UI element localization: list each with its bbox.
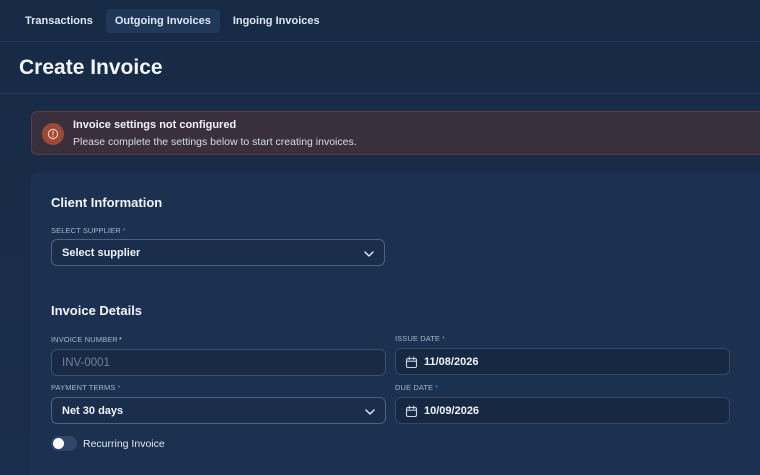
select-supplier-label: SELECT SUPPLIER * xyxy=(51,226,126,235)
alert-message: Please complete the settings below to st… xyxy=(73,136,357,148)
recurring-invoice-toggle[interactable] xyxy=(51,436,77,451)
calendar-icon xyxy=(405,356,418,372)
issue-date-value: 11/08/2026 xyxy=(424,355,479,368)
invoice-number-label: INVOICE NUMBER* xyxy=(51,335,122,344)
issue-date-picker[interactable]: 11/08/2026 xyxy=(395,348,730,375)
supplier-select[interactable]: Select supplier xyxy=(51,239,385,266)
top-nav: Transactions Outgoing Invoices Ingoing I… xyxy=(0,0,760,42)
tab-outgoing-invoices[interactable]: Outgoing Invoices xyxy=(105,8,220,33)
page-title: Create Invoice xyxy=(19,56,163,79)
page-header: Create Invoice xyxy=(0,42,760,94)
tab-transactions[interactable]: Transactions xyxy=(16,9,102,33)
chevron-down-icon xyxy=(365,407,375,419)
supplier-select-value: Select supplier xyxy=(62,246,141,259)
issue-date-label: ISSUE DATE * xyxy=(395,334,446,343)
payment-terms-value: Net 30 days xyxy=(62,404,124,417)
due-date-picker[interactable]: 10/09/2026 xyxy=(395,397,730,424)
recurring-invoice-label: Recurring Invoice xyxy=(83,438,165,450)
alert-title: Invoice settings not configured xyxy=(73,119,237,131)
invoice-number-placeholder: INV-0001 xyxy=(62,356,110,369)
tab-ingoing-invoices[interactable]: Ingoing Invoices xyxy=(224,9,329,33)
settings-alert: Invoice settings not configured Please c… xyxy=(31,111,760,155)
due-date-label: DUE DATE * xyxy=(395,383,439,392)
chevron-down-icon xyxy=(364,249,374,261)
payment-terms-label: PAYMENT TERMS * xyxy=(51,383,121,392)
warning-circle-icon xyxy=(42,123,64,145)
invoice-details-heading: Invoice Details xyxy=(51,303,143,318)
toggle-knob xyxy=(53,438,64,449)
client-information-heading: Client Information xyxy=(51,195,163,210)
calendar-icon xyxy=(405,405,418,421)
invoice-form-card xyxy=(31,172,760,475)
due-date-value: 10/09/2026 xyxy=(424,404,480,417)
payment-terms-select[interactable]: Net 30 days xyxy=(51,397,386,424)
invoice-number-input[interactable]: INV-0001 xyxy=(51,349,386,376)
